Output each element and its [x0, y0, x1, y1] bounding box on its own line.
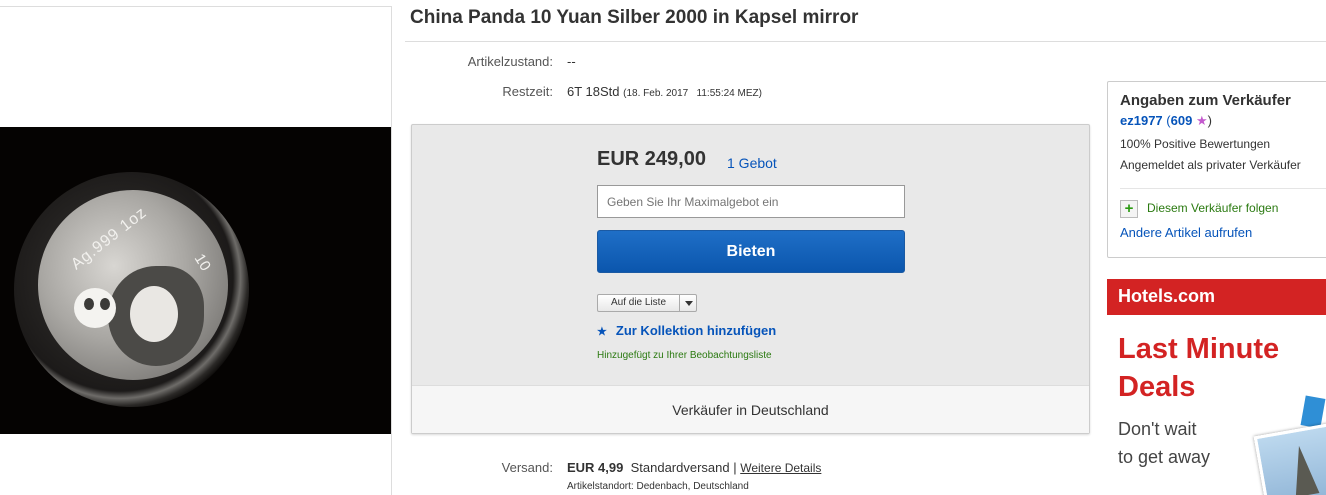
seller-identity: ez1977 (609 ★): [1120, 113, 1212, 129]
seller-heading: Angaben zum Verkäufer: [1120, 92, 1291, 109]
bid-count-link[interactable]: 1 Gebot: [727, 155, 777, 171]
watch-list-label[interactable]: Auf die Liste: [598, 295, 680, 311]
shipping-details-link[interactable]: Weitere Details: [740, 461, 821, 475]
chevron-down-icon[interactable]: [681, 295, 696, 311]
panda-eye: [84, 298, 94, 310]
ad-subline-2: to get away: [1118, 447, 1211, 467]
ad-photo-eiffel-tower: [1253, 422, 1326, 495]
shipping-method: Standardversand |: [630, 460, 737, 475]
watch-list-button[interactable]: Auf die Liste: [597, 294, 697, 312]
panda-head: [74, 288, 116, 328]
max-bid-input[interactable]: [597, 185, 905, 218]
title-divider: [405, 41, 1326, 42]
item-location-label: Artikelstandort:: [567, 481, 634, 492]
follow-seller-label[interactable]: Diesem Verkäufer folgen: [1147, 201, 1278, 215]
coin-inscription: Ag.999 1oz: [68, 203, 151, 274]
bid-box: EUR 249,00 1 Gebot Bieten Auf die Liste …: [411, 124, 1090, 434]
star-icon: ★: [597, 326, 607, 338]
panda-eye: [100, 298, 110, 310]
item-image-panel: Ag.999 1oz 10: [0, 6, 392, 495]
condition-value: --: [567, 54, 576, 69]
other-items-link[interactable]: Andere Artikel aufrufen: [1120, 225, 1252, 240]
coin: Ag.999 1oz 10: [38, 190, 228, 380]
ad-brand: Hotels.com: [1118, 286, 1216, 306]
time-left: 6T 18Std (18. Feb. 2017 11:55:24 MEZ): [567, 84, 762, 99]
seller-info-box: Angaben zum Verkäufer ez1977 (609 ★) 100…: [1107, 81, 1326, 258]
feedback-score-link[interactable]: 609: [1171, 113, 1193, 128]
positive-feedback: 100% Positive Bewertungen: [1120, 137, 1271, 151]
auction-end-time: (18. Feb. 2017 11:55:24 MEZ): [623, 88, 762, 99]
panda-belly: [130, 286, 178, 342]
place-bid-button[interactable]: Bieten: [597, 230, 905, 273]
feedback-close: ): [1207, 113, 1212, 128]
item-photo[interactable]: Ag.999 1oz 10: [0, 127, 391, 434]
add-to-collection-label[interactable]: Zur Kollektion hinzufügen: [616, 323, 776, 338]
ad-header: Hotels.com: [1107, 279, 1326, 315]
shipping-price: EUR 4,99: [567, 460, 624, 475]
coin-value-mark: 10: [190, 250, 214, 275]
watch-list-notice: Hinzugefügt zu Ihrer Beobachtungsliste: [597, 350, 772, 361]
add-to-collection-link[interactable]: ★ Zur Kollektion hinzufügen: [597, 323, 776, 338]
seller-account-type: Angemeldet als privater Verkäufer: [1120, 158, 1301, 172]
shipping-info: EUR 4,99 Standardversand | Weitere Detai…: [567, 460, 821, 475]
item-location-value: Dedenbach, Deutschland: [636, 481, 749, 492]
time-left-value: 6T 18Std: [567, 84, 620, 99]
seller-location-banner: Verkäufer in Deutschland: [412, 385, 1089, 433]
ad-headline-2: Deals: [1118, 371, 1196, 403]
time-left-label: Restzeit:: [502, 84, 553, 99]
seller-username-link[interactable]: ez1977: [1120, 113, 1163, 128]
item-location: Artikelstandort: Dedenbach, Deutschland: [567, 481, 749, 492]
item-title: China Panda 10 Yuan Silber 2000 in Kapse…: [410, 7, 859, 28]
coin-capsule: Ag.999 1oz 10: [14, 172, 249, 407]
shipping-label: Versand:: [501, 460, 553, 475]
seller-divider: [1120, 188, 1326, 189]
feedback-star-icon: ★: [1195, 113, 1208, 128]
condition-label: Artikelzustand:: [467, 54, 553, 69]
ad-headline-1: Last Minute: [1118, 333, 1280, 365]
current-price: EUR 249,00: [597, 148, 706, 170]
hotels-ad[interactable]: Hotels.com Last Minute Deals Don't wait …: [1107, 279, 1326, 495]
follow-seller-link[interactable]: + Diesem Verkäufer folgen: [1120, 200, 1278, 218]
plus-icon[interactable]: +: [1120, 200, 1138, 218]
ad-subline-1: Don't wait: [1118, 419, 1197, 439]
